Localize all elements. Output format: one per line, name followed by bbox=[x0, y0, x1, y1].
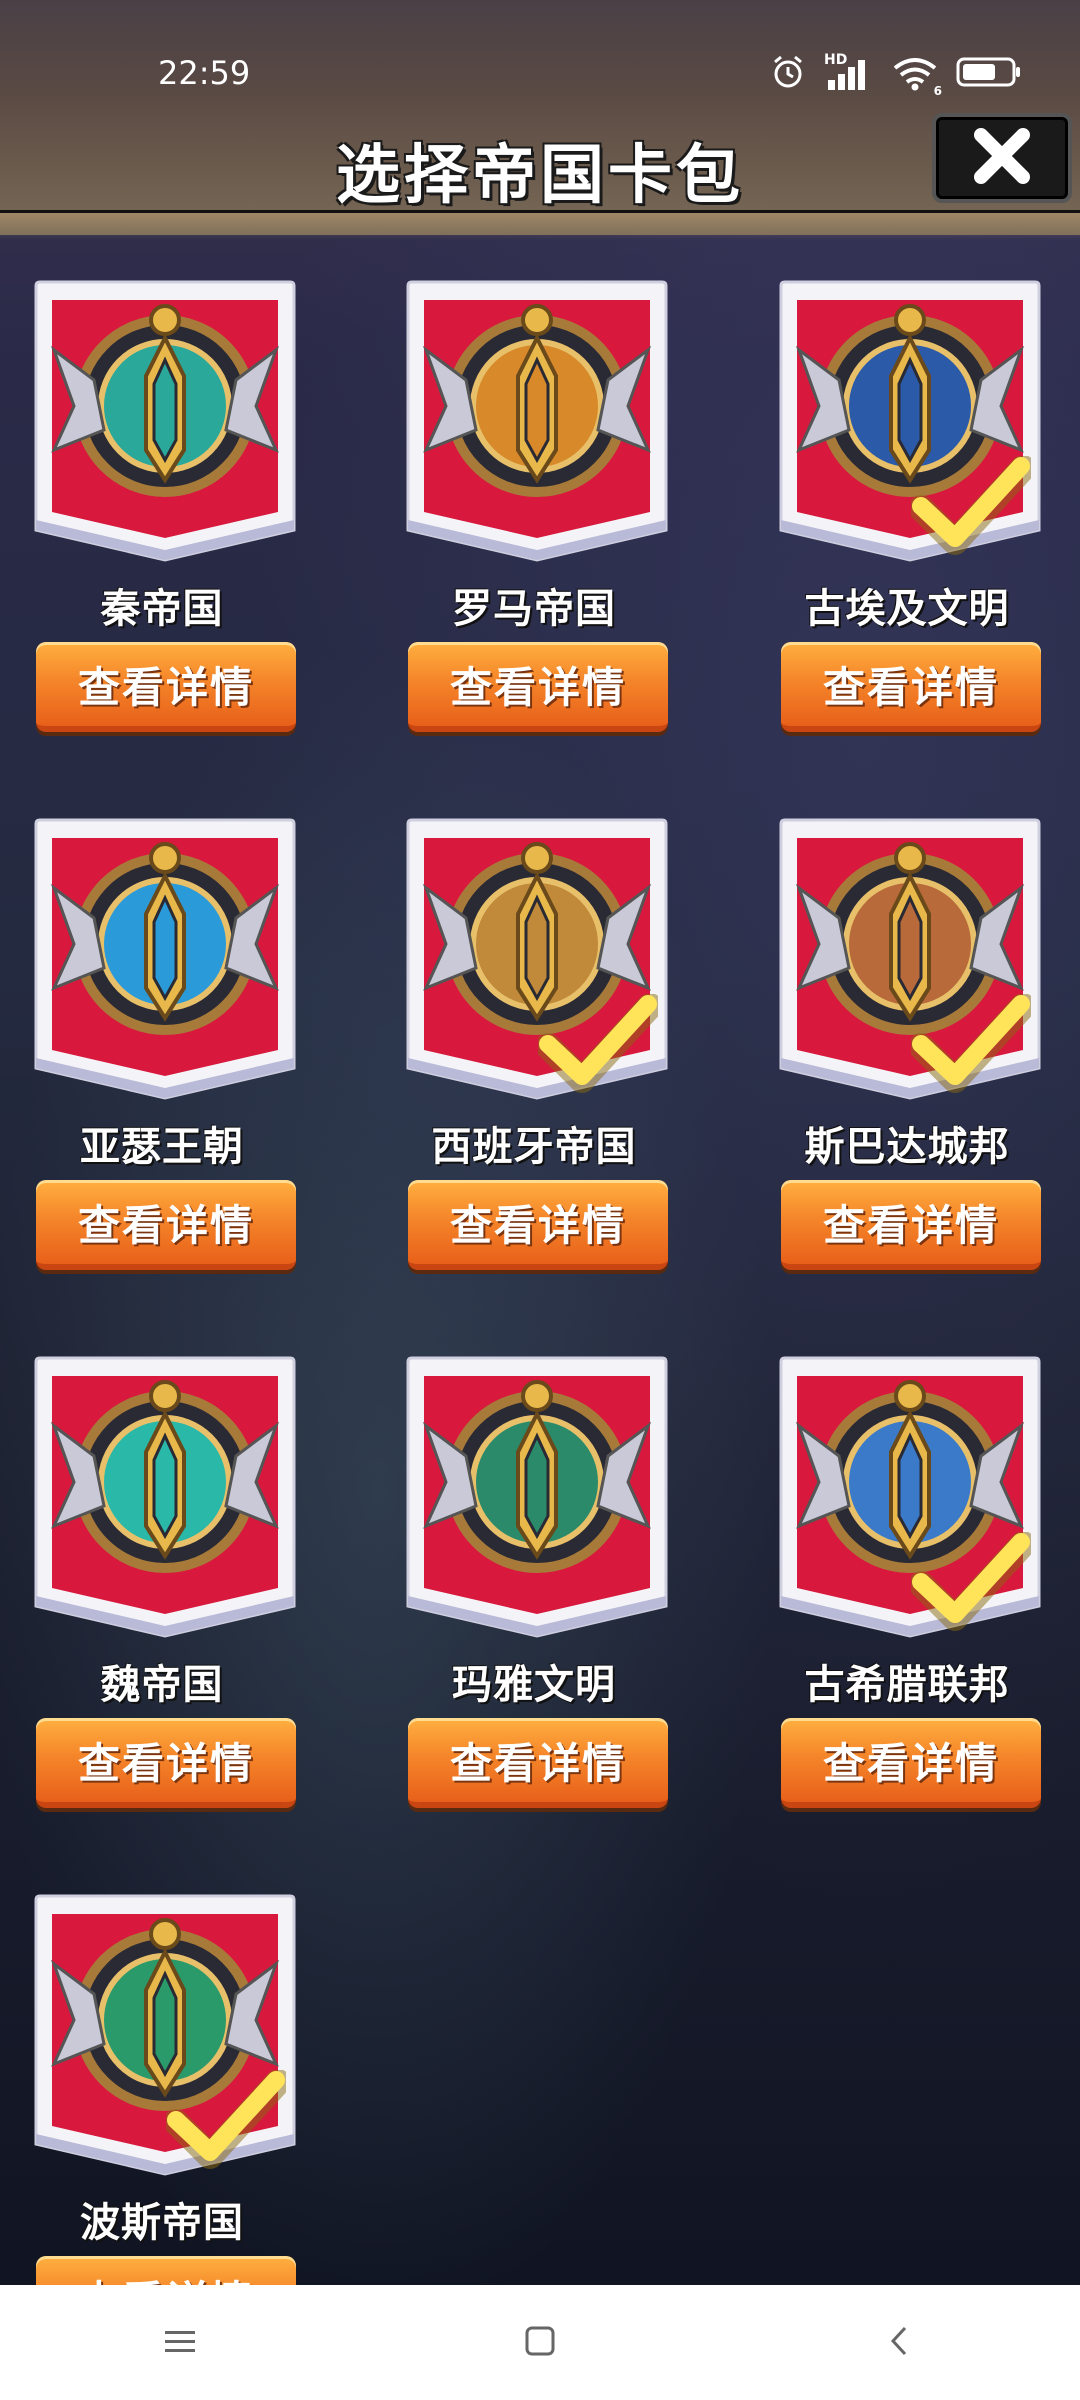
emblem-banner[interactable] bbox=[34, 818, 296, 1100]
view-details-button[interactable]: 查看详情 bbox=[781, 1718, 1041, 1808]
view-details-button[interactable]: 查看详情 bbox=[36, 1718, 296, 1808]
empire-card[interactable]: 斯巴达城邦查看详情 bbox=[771, 818, 1043, 1278]
empire-name: 波斯帝国 bbox=[80, 2200, 244, 2246]
empire-card[interactable]: 波斯帝国查看详情 bbox=[26, 1894, 298, 2285]
view-details-button[interactable]: 查看详情 bbox=[408, 1718, 668, 1808]
view-details-button[interactable]: 查看详情 bbox=[36, 1180, 296, 1270]
view-details-button[interactable]: 查看详情 bbox=[408, 642, 668, 732]
empire-card[interactable]: 古埃及文明查看详情 bbox=[771, 280, 1043, 740]
content-area: 秦帝国 查看详情 罗马帝国 查看详情 古埃及文明 查看详情 亚瑟王朝 查看详情 西班牙帝国 查看详… bbox=[0, 0, 1080, 2285]
view-details-button[interactable]: 查看详情 bbox=[36, 642, 296, 732]
selected-check-icon bbox=[535, 993, 663, 1094]
nav-home-button[interactable] bbox=[480, 2303, 600, 2383]
close-button[interactable] bbox=[932, 113, 1072, 203]
page-title: 选择帝国卡包 bbox=[336, 139, 744, 213]
system-navigation-bar bbox=[0, 2285, 1080, 2400]
empire-name: 古希腊联邦 bbox=[804, 1662, 1010, 1708]
empire-name: 古埃及文明 bbox=[804, 586, 1010, 632]
empire-name: 魏帝国 bbox=[100, 1662, 224, 1708]
back-icon bbox=[885, 2324, 915, 2362]
empire-card[interactable]: 古希腊联邦查看详情 bbox=[771, 1356, 1043, 1816]
selected-check-icon bbox=[163, 2069, 291, 2170]
view-details-button[interactable]: 查看详情 bbox=[781, 1180, 1041, 1270]
selected-check-icon bbox=[908, 455, 1036, 556]
view-details-button[interactable]: 查看详情 bbox=[36, 2256, 296, 2285]
selected-check-icon bbox=[908, 993, 1036, 1094]
home-icon bbox=[523, 2324, 557, 2362]
empire-card[interactable]: 秦帝国查看详情 bbox=[26, 280, 298, 740]
emblem-banner[interactable] bbox=[406, 1356, 668, 1638]
empire-name: 玛雅文明 bbox=[452, 1662, 616, 1708]
close-icon bbox=[971, 125, 1033, 191]
selected-check-icon bbox=[908, 1531, 1036, 1632]
empire-card[interactable]: 玛雅文明查看详情 bbox=[398, 1356, 670, 1816]
menu-icon bbox=[163, 2327, 197, 2359]
empire-card[interactable]: 魏帝国查看详情 bbox=[26, 1356, 298, 1816]
empire-name: 秦帝国 bbox=[100, 586, 224, 632]
empire-card[interactable]: 亚瑟王朝查看详情 bbox=[26, 818, 298, 1278]
status-icons: HD 6 bbox=[770, 52, 1022, 98]
emblem-banner[interactable] bbox=[406, 280, 668, 562]
status-bar: 22:59 HD 6 bbox=[0, 0, 1080, 110]
emblem-banner[interactable] bbox=[34, 280, 296, 562]
empire-name: 西班牙帝国 bbox=[431, 1124, 637, 1170]
view-details-button[interactable]: 查看详情 bbox=[408, 1180, 668, 1270]
empire-name: 斯巴达城邦 bbox=[804, 1124, 1010, 1170]
wifi-generation-label: 6 bbox=[933, 84, 942, 98]
empire-card[interactable]: 罗马帝国查看详情 bbox=[398, 280, 670, 740]
view-details-button[interactable]: 查看详情 bbox=[781, 642, 1041, 732]
nav-menu-button[interactable] bbox=[120, 2303, 240, 2383]
battery-icon bbox=[956, 55, 1022, 93]
title-bar: 选择帝国卡包 bbox=[0, 110, 1080, 213]
wifi-icon: 6 bbox=[892, 56, 942, 98]
cellular-signal-icon: HD bbox=[824, 52, 874, 92]
alarm-icon bbox=[770, 54, 806, 94]
status-time: 22:59 bbox=[158, 54, 251, 92]
nav-back-button[interactable] bbox=[840, 2303, 960, 2383]
emblem-banner[interactable] bbox=[34, 1356, 296, 1638]
empire-card[interactable]: 西班牙帝国查看详情 bbox=[398, 818, 670, 1278]
empire-name: 亚瑟王朝 bbox=[80, 1124, 244, 1170]
empire-name: 罗马帝国 bbox=[452, 586, 616, 632]
